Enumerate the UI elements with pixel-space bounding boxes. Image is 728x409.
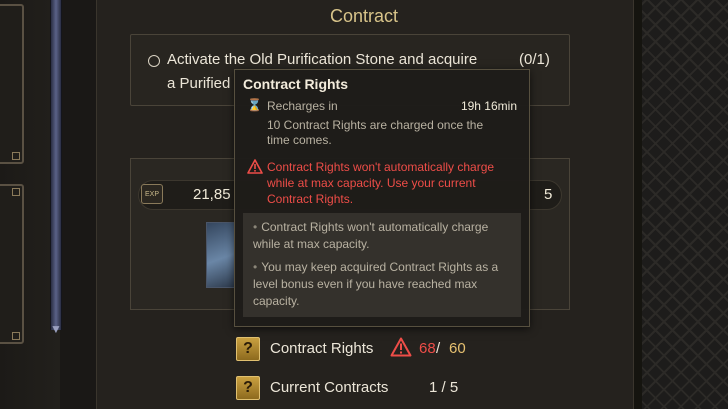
left-card-bottom[interactable] [0, 184, 24, 344]
contract-rights-tooltip: Contract Rights ⌛ Recharges in 19h 16min… [234, 69, 530, 327]
reward-count: 5 [544, 186, 553, 203]
card-corner-ornament [12, 332, 20, 340]
bullet-dot-icon: • [253, 220, 258, 234]
warning-text: Contract Rights won't automatically char… [267, 160, 495, 206]
current-contracts-label: Current Contracts [270, 379, 389, 396]
page-title: Contract [329, 6, 399, 26]
bullet-text: Contract Rights won't automatically char… [253, 220, 489, 251]
list-item: • You may keep acquired Contract Rights a… [253, 259, 515, 310]
exp-icon: EXP [141, 184, 163, 204]
bullet-text: You may keep acquired Contract Rights as… [253, 260, 499, 308]
decorative-pattern [634, 0, 728, 409]
contract-rights-current: 68 [419, 340, 436, 357]
list-item: • Contract Rights won't automatically cha… [253, 219, 515, 253]
contract-rights-max: 60 [449, 340, 466, 357]
objective-status-circle-icon [148, 55, 160, 67]
scrollbar-rail[interactable] [50, 0, 62, 330]
capacity-warning-icon [390, 337, 412, 357]
scrollbar-end-arrow-icon: ▼ [50, 322, 62, 336]
contract-rights-label: Contract Rights [270, 340, 374, 357]
objective-text-line1: Activate the Old Purification Stone and … [167, 51, 478, 68]
recharge-note: 10 Contract Rights are charged once the … [267, 118, 484, 147]
exp-value: 21,85 [193, 186, 231, 203]
bullet-dot-icon: • [253, 260, 258, 274]
tooltip-info-box: • Contract Rights won't automatically cha… [243, 213, 521, 317]
warning-icon [247, 159, 263, 174]
recharge-label: Recharges in [267, 99, 338, 113]
hourglass-icon: ⌛ [247, 98, 262, 112]
tooltip-title: Contract Rights [243, 76, 348, 92]
objective-text-line2: a Purified [167, 75, 231, 92]
left-card-top[interactable] [0, 4, 24, 164]
current-contracts-value: 1 / 5 [429, 379, 459, 396]
objective-progress: (0/1) [519, 51, 550, 68]
card-corner-ornament [12, 188, 20, 196]
current-contracts-help-icon[interactable]: ? [236, 376, 260, 400]
contract-rights-separator: / [436, 340, 441, 357]
card-corner-ornament [12, 152, 20, 160]
reward-item-image[interactable] [206, 222, 236, 288]
contract-rights-help-icon[interactable]: ? [236, 337, 260, 361]
recharge-time: 19h 16min [460, 99, 517, 113]
